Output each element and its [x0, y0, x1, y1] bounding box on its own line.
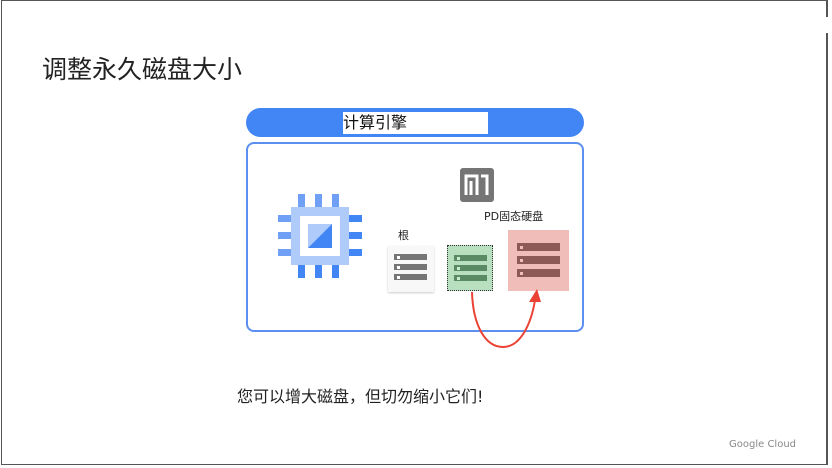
- root-disk-icon: [388, 246, 434, 292]
- frame-gap: [826, 17, 832, 33]
- ssd-disk-icon: [508, 230, 569, 291]
- root-label: 根: [398, 229, 409, 242]
- resize-arrow-icon: [471, 289, 541, 349]
- cpu-icon: [278, 194, 362, 278]
- caption: 您可以增大磁盘，但切勿缩小它们!: [237, 387, 484, 406]
- slide-title: 调整永久磁盘大小: [42, 55, 243, 84]
- n1-machine-icon: [460, 168, 494, 202]
- google-cloud-logo: Google Cloud: [729, 439, 797, 450]
- banner-label: 计算引擎: [343, 112, 488, 134]
- ssd-label: PD固态硬盘: [484, 210, 544, 223]
- compute-engine-banner: 计算引擎: [246, 108, 584, 137]
